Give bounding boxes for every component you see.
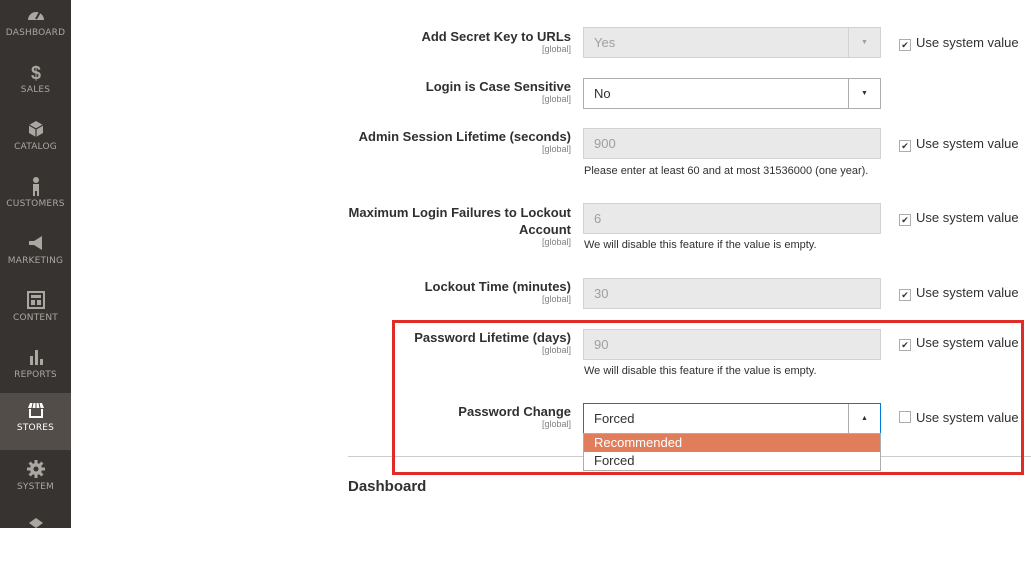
secret-key-select[interactable]: Yes ▼ — [583, 27, 881, 58]
case-sensitive-scope: [global] — [541, 94, 571, 104]
session-lifetime-use-system[interactable]: ✔ Use system value — [899, 136, 1019, 152]
annotation-highlight-box — [392, 320, 1024, 475]
secret-key-use-system[interactable]: ✔ Use system value — [899, 35, 1019, 51]
nav-marketing-label: MARKETING — [7, 256, 64, 266]
dashboard-icon — [27, 11, 44, 20]
person-icon — [32, 177, 39, 196]
case-sensitive-value: No — [594, 86, 611, 101]
max-failures-use-system-label: Use system value — [916, 210, 1019, 225]
checkbox-checked-icon[interactable]: ✔ — [899, 214, 911, 226]
nav-marketing[interactable]: MARKETING — [0, 232, 71, 289]
partners-icon — [28, 518, 43, 528]
nav-content-label: CONTENT — [13, 313, 58, 323]
secret-key-use-system-label: Use system value — [916, 35, 1019, 50]
nav-customers-label: CUSTOMERS — [6, 199, 65, 209]
secret-key-scope: [global] — [541, 44, 571, 54]
session-lifetime-scope: [global] — [541, 144, 571, 154]
nav-stores[interactable]: STORES — [0, 393, 71, 450]
session-lifetime-label: Admin Session Lifetime (seconds) — [358, 129, 571, 144]
cube-icon — [28, 121, 43, 137]
nav-catalog[interactable]: CATALOG — [0, 118, 71, 175]
nav-system[interactable]: SYSTEM — [0, 458, 71, 515]
lockout-time-label: Lockout Time (minutes) — [424, 279, 571, 294]
chevron-down-icon: ▼ — [848, 79, 880, 108]
nav-system-label: SYSTEM — [16, 482, 55, 492]
dashboard-section-title[interactable]: Dashboard — [348, 478, 426, 495]
checkbox-checked-icon[interactable]: ✔ — [899, 140, 911, 152]
max-failures-scope: [global] — [541, 237, 571, 247]
chevron-down-icon: ▼ — [848, 28, 880, 57]
secret-key-label: Add Secret Key to URLs — [421, 29, 571, 44]
session-lifetime-note: Please enter at least 60 and at most 315… — [584, 165, 869, 177]
lockout-time-input[interactable]: 30 — [583, 278, 881, 309]
secret-key-value: Yes — [594, 35, 616, 50]
case-sensitive-select[interactable]: No ▼ — [583, 78, 881, 109]
checkbox-checked-icon[interactable]: ✔ — [899, 289, 911, 301]
session-lifetime-input[interactable]: 900 — [583, 128, 881, 159]
layout-icon — [26, 291, 45, 309]
nav-dashboard-label: DASHBOARD — [5, 28, 66, 38]
nav-stores-label: STORES — [16, 423, 55, 433]
nav-dashboard[interactable]: DASHBOARD — [0, 4, 71, 61]
nav-sales-label: SALES — [20, 85, 51, 95]
store-icon — [27, 402, 44, 418]
checkbox-checked-icon[interactable]: ✔ — [899, 39, 911, 51]
bar-chart-icon — [29, 350, 43, 365]
gear-icon — [26, 460, 45, 478]
nav-sales[interactable]: $ SALES — [0, 61, 71, 118]
session-lifetime-use-system-label: Use system value — [916, 136, 1019, 151]
dollar-icon: $ — [30, 63, 40, 83]
svg-text:$: $ — [30, 63, 40, 83]
case-sensitive-label: Login is Case Sensitive — [425, 79, 571, 94]
nav-content[interactable]: CONTENT — [0, 289, 71, 346]
nav-customers[interactable]: CUSTOMERS — [0, 175, 71, 232]
nav-catalog-label: CATALOG — [14, 142, 57, 152]
max-failures-label-line1: Maximum Login Failures to Lockout — [348, 205, 571, 220]
max-failures-use-system[interactable]: ✔ Use system value — [899, 210, 1019, 226]
megaphone-icon — [28, 236, 42, 250]
lockout-time-use-system-label: Use system value — [916, 285, 1019, 300]
admin-sidebar: DASHBOARD $ SALES CATALOG CUSTOMERS MARK… — [0, 0, 71, 528]
max-failures-note: We will disable this feature if the valu… — [584, 239, 817, 251]
nav-partners[interactable] — [0, 513, 71, 570]
lockout-time-scope: [global] — [541, 294, 571, 304]
max-failures-label-line2: Account — [519, 222, 571, 237]
max-failures-input[interactable]: 6 — [583, 203, 881, 234]
nav-reports-label: REPORTS — [14, 370, 57, 380]
lockout-time-use-system[interactable]: ✔ Use system value — [899, 285, 1019, 301]
